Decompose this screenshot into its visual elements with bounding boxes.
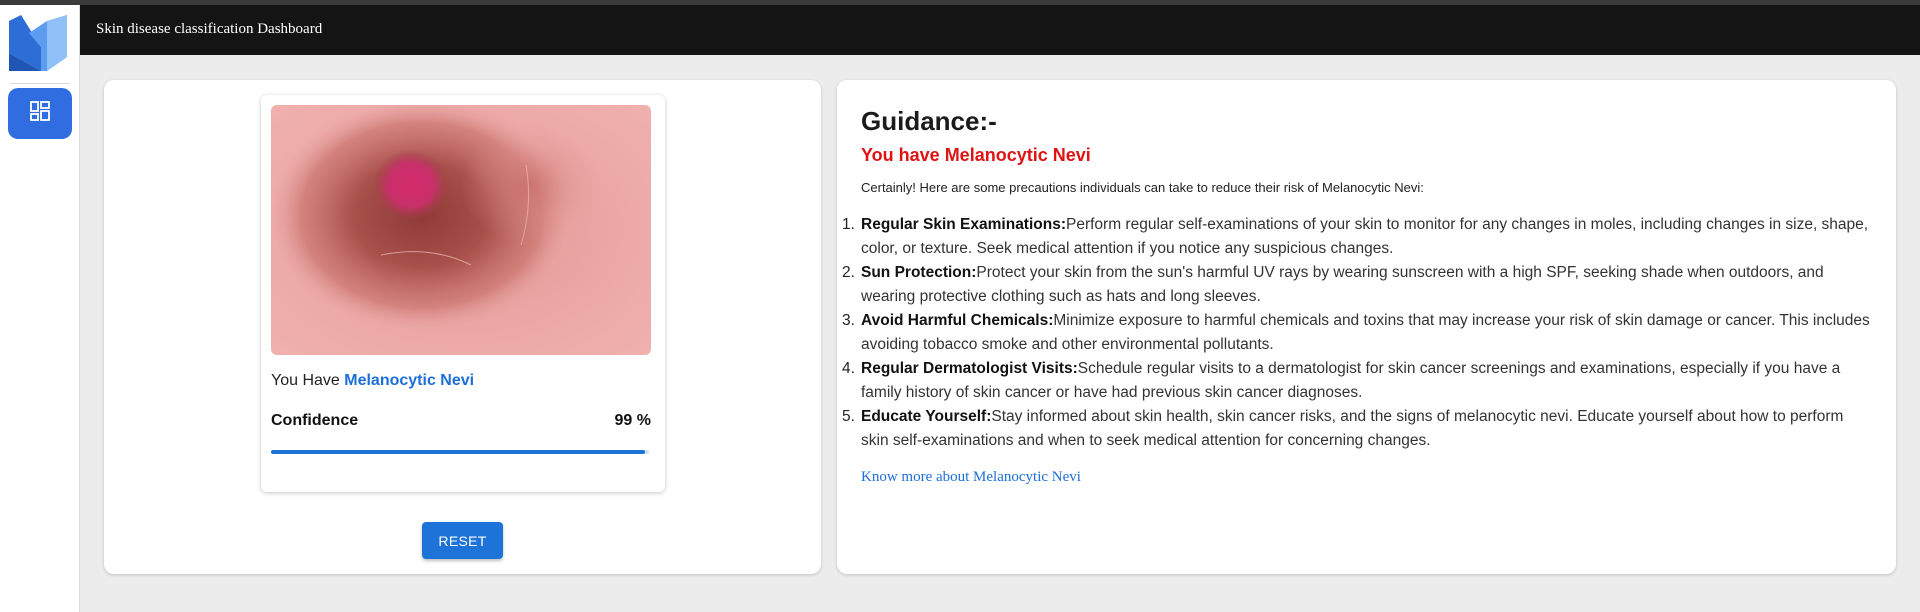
- prediction-text: You Have Melanocytic Nevi: [271, 372, 474, 390]
- list-item-text: Stay informed about skin health, skin ca…: [861, 408, 1844, 449]
- list-item: 4. Regular Dermatologist Visits:Schedule…: [842, 357, 1871, 405]
- guidance-panel: Guidance:- You have Melanocytic Nevi Cer…: [837, 80, 1896, 574]
- prediction-card: You Have Melanocytic Nevi Confidence 99 …: [261, 95, 665, 492]
- precautions-list: 1. Regular Skin Examinations:Perform reg…: [842, 213, 1871, 453]
- dashboard-icon: [30, 101, 50, 126]
- list-item-heading: Educate Yourself:: [861, 408, 992, 425]
- list-item-heading: Regular Skin Examinations:: [861, 216, 1066, 233]
- predicted-disease: Melanocytic Nevi: [344, 372, 475, 389]
- list-item-heading: Regular Dermatologist Visits:: [861, 360, 1078, 377]
- list-item-text: Protect your skin from the sun's harmful…: [861, 264, 1824, 305]
- m-logo-icon[interactable]: [7, 13, 73, 75]
- guidance-intro: Certainly! Here are some precautions ind…: [861, 180, 1424, 195]
- know-more-link[interactable]: Know more about Melanocytic Nevi: [861, 469, 1081, 486]
- app-bar: Skin disease classification Dashboard: [80, 5, 1920, 55]
- list-item: 5. Educate Yourself:Stay informed about …: [842, 405, 1871, 453]
- guidance-subtitle: You have Melanocytic Nevi: [861, 145, 1091, 165]
- list-item-number: 3.: [842, 312, 855, 329]
- confidence-value: 99 %: [614, 412, 651, 429]
- confidence-progress-bar: [271, 450, 649, 454]
- dashboard-nav-button[interactable]: [8, 88, 72, 139]
- list-item-heading: Sun Protection:: [861, 264, 977, 281]
- list-item-number: 4.: [842, 360, 855, 377]
- confidence-row: Confidence 99 %: [271, 412, 651, 430]
- list-item: 1. Regular Skin Examinations:Perform reg…: [842, 213, 1871, 261]
- confidence-label: Confidence: [271, 412, 359, 429]
- prediction-prefix: You Have: [271, 372, 340, 389]
- reset-button[interactable]: RESET: [422, 522, 503, 559]
- list-item: 3. Avoid Harmful Chemicals:Minimize expo…: [842, 309, 1871, 357]
- list-item: 2. Sun Protection:Protect your skin from…: [842, 261, 1871, 309]
- list-item-number: 1.: [842, 216, 855, 233]
- sidebar: [0, 5, 80, 612]
- lesion-image: [271, 105, 651, 355]
- list-item-number: 5.: [842, 408, 855, 425]
- confidence-progress-fill: [271, 450, 646, 454]
- list-item-number: 2.: [842, 264, 855, 281]
- list-item-heading: Avoid Harmful Chemicals:: [861, 312, 1054, 329]
- sidebar-divider: [10, 83, 70, 84]
- result-panel: You Have Melanocytic Nevi Confidence 99 …: [104, 80, 821, 574]
- app-title: Skin disease classification Dashboard: [96, 21, 323, 37]
- guidance-title: Guidance:-: [861, 106, 997, 136]
